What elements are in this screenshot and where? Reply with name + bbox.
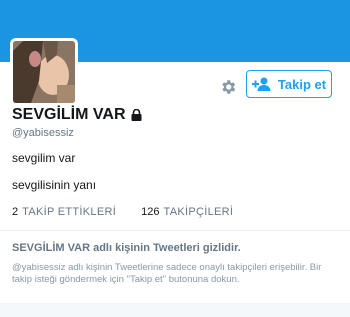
stat-following[interactable]: 2 TAKİP ETTİKLERİ	[12, 206, 116, 218]
stat-followers-label: TAKİPÇİLERİ	[163, 206, 234, 218]
profile-stats: 2 TAKİP ETTİKLERİ 126 TAKİPÇİLERİ	[12, 206, 255, 218]
divider	[0, 230, 350, 231]
gear-icon[interactable]	[219, 78, 237, 96]
lock-icon	[131, 109, 142, 121]
stat-followers-count: 126	[141, 206, 160, 218]
bio-line-2: sevgilisinin yanı	[12, 178, 97, 192]
follow-label: Takip et	[277, 76, 327, 92]
profile-name-text: SEVGİLİM VAR	[12, 106, 126, 123]
avatar[interactable]	[10, 38, 78, 106]
protected-notice-text: @yabisessiz adlı kişinin Tweetlerine sad…	[12, 262, 322, 285]
stat-following-label: TAKİP ETTİKLERİ	[22, 206, 117, 218]
add-user-icon	[251, 77, 272, 91]
profile-handle[interactable]: @yabisessiz	[12, 127, 74, 139]
profile-name: SEVGİLİM VAR	[12, 106, 142, 124]
stat-following-count: 2	[12, 206, 19, 218]
avatar-photo	[13, 41, 75, 103]
stat-followers[interactable]: 126 TAKİPÇİLERİ	[141, 206, 233, 218]
protected-notice-title: SEVGİLİM VAR adlı kişinin Tweetleri gizl…	[12, 242, 241, 254]
bio-line-1: sevgilim var	[12, 151, 76, 165]
follow-button[interactable]: Takip et	[246, 70, 332, 98]
